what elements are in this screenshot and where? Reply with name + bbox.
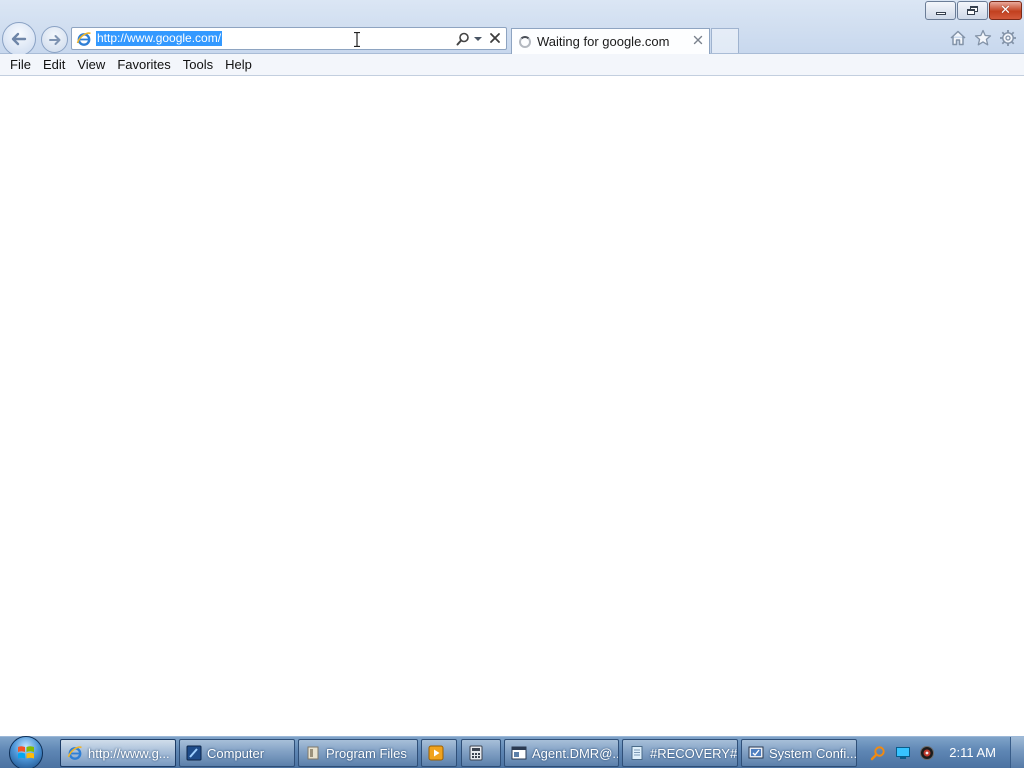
taskbar-button-recovery[interactable]: #RECOVERY#... [622,739,738,767]
taskbar-button-calculator[interactable] [461,739,501,767]
taskbar-button-label: System Confi... [769,745,857,761]
gear-icon[interactable] [999,29,1017,47]
taskbar-button-label: Computer [207,745,265,761]
window-icon [511,746,527,760]
folder-icon [307,746,319,760]
forward-button[interactable] [41,26,68,53]
menu-edit[interactable]: Edit [37,55,71,75]
menu-bar: File Edit View Favorites Tools Help [0,54,1024,76]
window-caption-buttons: ✕ [924,1,1022,20]
forward-arrow-icon [48,34,60,45]
media-player-icon [428,745,444,761]
taskbar-button-program-files[interactable]: Program Files [298,739,418,767]
internet-explorer-icon [67,746,82,760]
new-tab-button[interactable] [711,28,739,53]
internet-explorer-icon [76,32,91,46]
back-arrow-icon [11,32,27,46]
address-url[interactable]: http://www.google.com/ [96,31,223,46]
taskbar-button-label: http://www.g... [88,745,170,761]
taskbar-button-agent-dmr[interactable]: Agent.DMR@... [504,739,619,767]
taskbar-button-label: #RECOVERY#... [650,745,738,761]
taskbar-button-system-config[interactable]: System Confi... [741,739,857,767]
restore-icon [966,5,979,16]
system-tray: 2:11 AM [864,737,1024,768]
back-button[interactable] [2,22,36,56]
text-cursor-icon [354,32,360,47]
browser-title-bar: ✕ http://www.google.com/ Waiting for goo… [0,0,1024,56]
search-tray-icon[interactable] [870,745,886,761]
tab-title: Waiting for google.com [537,34,670,49]
menu-help[interactable]: Help [219,55,258,75]
menu-tools[interactable]: Tools [177,55,219,75]
clock[interactable]: 2:11 AM [949,745,996,760]
taskbar-button-label: Agent.DMR@... [532,745,619,761]
show-desktop-button[interactable] [1010,737,1024,768]
network-icon[interactable] [895,745,911,761]
computer-icon [186,745,202,761]
address-dropdown-icon[interactable] [474,37,482,41]
menu-view[interactable]: View [71,55,111,75]
taskbar-button-media-player[interactable] [421,739,457,767]
close-icon: ✕ [1000,3,1011,18]
system-config-icon [748,746,764,759]
menu-file[interactable]: File [4,55,37,75]
tab-google[interactable]: Waiting for google.com [511,28,710,54]
search-icon[interactable] [456,32,470,46]
start-button[interactable] [6,735,46,768]
windows-logo-icon [18,745,34,758]
minimize-icon [935,12,946,15]
tab-close-icon[interactable] [691,33,705,47]
page-content[interactable] [0,77,1024,736]
stop-icon[interactable] [488,31,502,45]
notepad-icon [631,746,643,760]
taskbar: http://www.g... Computer Program Files A… [0,735,1024,768]
taskbar-button-label: Program Files [326,745,407,761]
address-bar[interactable]: http://www.google.com/ [71,27,507,50]
volume-icon[interactable] [919,745,935,761]
star-icon[interactable] [974,29,992,47]
restore-button[interactable] [957,1,988,20]
close-button[interactable]: ✕ [989,1,1022,20]
minimize-button[interactable] [925,1,956,20]
taskbar-button-internet-explorer[interactable]: http://www.g... [60,739,176,767]
menu-favorites[interactable]: Favorites [111,55,176,75]
home-icon[interactable] [949,29,967,47]
loading-spinner-icon [519,36,531,48]
taskbar-button-computer[interactable]: Computer [179,739,295,767]
calculator-icon [469,745,483,761]
